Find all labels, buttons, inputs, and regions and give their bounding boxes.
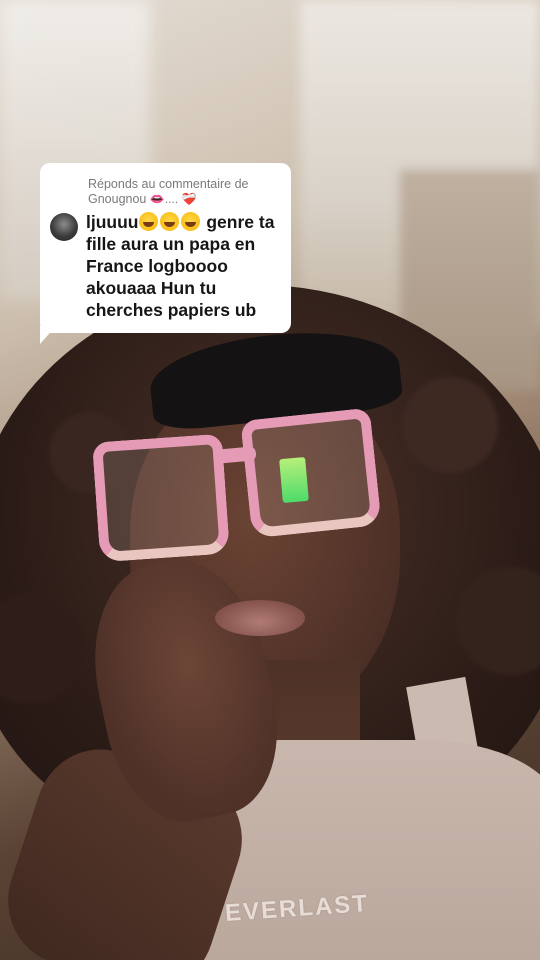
- pink-glasses: [91, 407, 382, 563]
- lips: [215, 600, 305, 636]
- comment-text: ljuuuu genre ta fille aura un papa en Fr…: [86, 211, 277, 321]
- comment-row: ljuuuu genre ta fille aura un papa en Fr…: [50, 211, 277, 321]
- tears-of-joy-emoji: [139, 212, 159, 231]
- laugh-emoji-group: [138, 212, 201, 232]
- video-frame[interactable]: EVERLAST Réponds au commentaire de Gnoug…: [0, 0, 540, 960]
- reply-header: Réponds au commentaire de Gnougnou 👄....…: [50, 177, 277, 207]
- tears-of-joy-emoji: [160, 212, 180, 231]
- glasses-lens-right: [240, 407, 382, 539]
- reply-comment-sticker[interactable]: Réponds au commentaire de Gnougnou 👄....…: [40, 163, 291, 333]
- comment-text-start: ljuuuu: [86, 212, 139, 232]
- phone-screen-reflection: [279, 456, 309, 504]
- commenter-name: Gnougnou: [88, 192, 147, 206]
- tears-of-joy-emoji: [181, 212, 201, 231]
- name-suffix-emojis: 👄.... ❤️‍🩹: [149, 192, 197, 206]
- reply-header-name-line: Gnougnou 👄.... ❤️‍🩹: [88, 192, 277, 207]
- reply-header-prefix: Réponds au commentaire de: [88, 177, 249, 191]
- glasses-lens-left: [91, 433, 231, 563]
- commenter-avatar[interactable]: [50, 213, 78, 241]
